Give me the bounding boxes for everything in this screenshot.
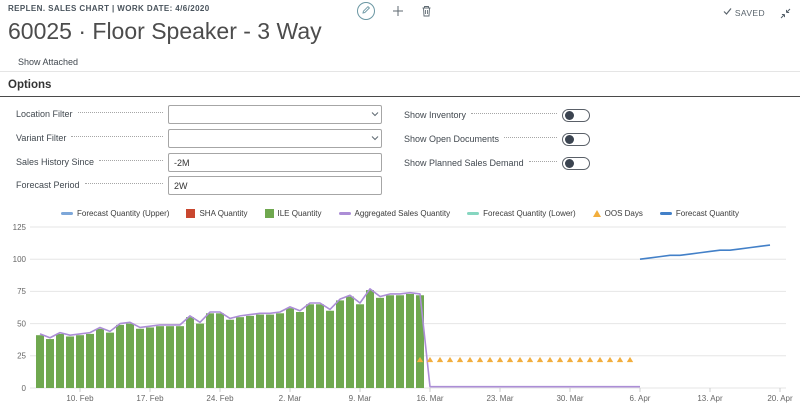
svg-text:17. Feb: 17. Feb xyxy=(136,394,164,403)
sales-history-since-input[interactable] xyxy=(168,153,382,172)
svg-text:13. Apr: 13. Apr xyxy=(697,394,723,403)
saved-label: SAVED xyxy=(735,8,765,18)
chart-canvas: 0 25 50 75 100 125 10. Feb 17. Feb 24. Feb 2. Mar… xyxy=(0,222,800,413)
dotted-leader xyxy=(471,113,557,114)
collapse-arrows-icon xyxy=(780,6,791,23)
dotted-leader xyxy=(71,136,163,137)
show-planned-sales-demand-toggle[interactable] xyxy=(562,157,590,170)
legend-label: Forecast Quantity (Upper) xyxy=(77,209,169,218)
legend-line-swatch xyxy=(339,212,351,215)
legend-item: Forecast Quantity xyxy=(660,209,739,218)
legend-item: ILE Quantity xyxy=(265,209,322,218)
svg-text:24. Feb: 24. Feb xyxy=(206,394,234,403)
legend-bar-swatch xyxy=(265,209,274,218)
sales-history-since-label: Sales History Since xyxy=(16,157,94,167)
dotted-leader xyxy=(529,161,557,162)
plus-icon xyxy=(392,4,404,21)
check-icon xyxy=(723,7,732,18)
options-section-title: Options xyxy=(8,79,51,91)
trash-icon xyxy=(421,4,432,21)
svg-text:20. Apr: 20. Apr xyxy=(767,394,793,403)
svg-text:50: 50 xyxy=(17,319,26,328)
svg-text:100: 100 xyxy=(13,255,27,264)
dotted-leader xyxy=(78,112,163,113)
save-status: SAVED xyxy=(723,7,765,18)
chevron-down-icon[interactable] xyxy=(371,134,378,141)
legend-line-swatch xyxy=(61,212,73,215)
dotted-leader xyxy=(85,183,163,184)
legend-line-swatch xyxy=(467,212,479,215)
chevron-down-icon[interactable] xyxy=(371,110,378,117)
legend-label: Forecast Quantity (Lower) xyxy=(483,209,575,218)
dotted-leader xyxy=(99,160,163,161)
legend-item: SHA Quantity xyxy=(186,209,247,218)
page-title: 60025 · Floor Speaker - 3 Way xyxy=(8,18,322,45)
variant-filter-input[interactable] xyxy=(168,129,382,148)
add-button[interactable] xyxy=(392,4,404,22)
svg-text:0: 0 xyxy=(22,384,27,393)
show-open-documents-label: Show Open Documents xyxy=(404,134,499,144)
field-row-forecast-period: Forecast Period xyxy=(16,175,382,195)
location-filter-input[interactable] xyxy=(168,105,382,124)
show-inventory-label: Show Inventory xyxy=(404,110,466,120)
legend-label: Aggregated Sales Quantity xyxy=(355,209,451,218)
header-divider xyxy=(0,71,800,72)
show-attached-link[interactable]: Show Attached xyxy=(18,57,78,67)
options-section-divider xyxy=(0,96,800,97)
toggle-knob xyxy=(565,159,574,168)
collapse-page-button[interactable] xyxy=(780,6,791,24)
delete-button[interactable] xyxy=(421,4,432,22)
replenishment-sales-chart: 0 25 50 75 100 125 10. Feb 17. Feb 24. Feb 2. Mar… xyxy=(0,222,800,413)
location-filter-label: Location Filter xyxy=(16,109,73,119)
svg-text:30. Mar: 30. Mar xyxy=(556,394,583,403)
legend-label: ILE Quantity xyxy=(278,209,322,218)
legend-item: Forecast Quantity (Lower) xyxy=(467,209,575,218)
chart-legend: Forecast Quantity (Upper) SHA Quantity ILE… xyxy=(0,205,800,221)
toggle-knob xyxy=(565,111,574,120)
legend-label: SHA Quantity xyxy=(199,209,247,218)
field-row-sales-history-since: Sales History Since xyxy=(16,152,382,172)
variant-filter-label: Variant Filter xyxy=(16,133,66,143)
svg-text:16. Mar: 16. Mar xyxy=(416,394,443,403)
edit-button[interactable] xyxy=(357,2,375,20)
field-row-variant-filter: Variant Filter xyxy=(16,128,382,148)
show-open-documents-toggle[interactable] xyxy=(562,133,590,146)
toggle-knob xyxy=(565,135,574,144)
svg-text:25: 25 xyxy=(17,352,26,361)
legend-label: OOS Days xyxy=(605,209,643,218)
svg-text:125: 125 xyxy=(13,223,27,232)
legend-bar-swatch xyxy=(186,209,195,218)
toggle-row-show-planned-sales-demand: Show Planned Sales Demand xyxy=(404,153,590,173)
dotted-leader xyxy=(504,137,557,138)
field-row-location-filter: Location Filter xyxy=(16,104,382,124)
toggle-row-show-inventory: Show Inventory xyxy=(404,105,590,125)
show-inventory-toggle[interactable] xyxy=(562,109,590,122)
show-planned-sales-demand-label: Show Planned Sales Demand xyxy=(404,158,524,168)
forecast-period-label: Forecast Period xyxy=(16,180,80,190)
legend-item: Aggregated Sales Quantity xyxy=(339,209,451,218)
svg-text:9. Mar: 9. Mar xyxy=(349,394,372,403)
pencil-icon xyxy=(361,2,371,20)
svg-text:2. Mar: 2. Mar xyxy=(279,394,302,403)
legend-item: OOS Days xyxy=(593,209,643,218)
toggle-row-show-open-documents: Show Open Documents xyxy=(404,129,590,149)
svg-text:75: 75 xyxy=(17,287,26,296)
legend-line-swatch xyxy=(660,212,672,215)
legend-triangle-icon xyxy=(593,210,601,217)
legend-label: Forecast Quantity xyxy=(676,209,739,218)
legend-item: Forecast Quantity (Upper) xyxy=(61,209,169,218)
svg-text:10. Feb: 10. Feb xyxy=(66,394,94,403)
svg-text:6. Apr: 6. Apr xyxy=(630,394,651,403)
page-caption: REPLEN. SALES CHART | WORK DATE: 4/6/202… xyxy=(8,4,210,13)
svg-text:23. Mar: 23. Mar xyxy=(486,394,513,403)
forecast-period-input[interactable] xyxy=(168,176,382,195)
